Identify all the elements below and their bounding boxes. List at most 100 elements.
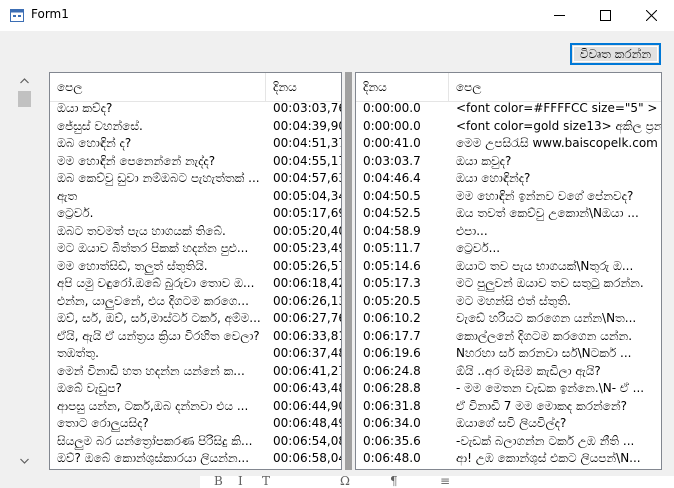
table-row[interactable]: ඔබේ වැඩුප?00:06:43,487 — [50, 380, 341, 398]
table-row[interactable]: ඔබ හොඳින් ද?00:04:51,375 — [50, 135, 341, 153]
table-cell[interactable]: - මම මෙතන වැඩක ඉන්නෙ.\N- ඒ ... — [449, 380, 661, 398]
table-row[interactable]: 0:04:50.5 මම හොඳින් ඉන්නව වගේ පේනවද? — [356, 188, 661, 206]
table-cell[interactable]: මට පුලුවන් ඔයාව තව සතුටු කරන්න. — [449, 275, 661, 293]
table-cell[interactable]: 00:06:18,421 — [266, 275, 341, 293]
table-cell[interactable]: 0:06:31.8 — [356, 398, 449, 416]
table-cell[interactable]: මෙම උපසිරැසි www.baiscopelk.com ... — [449, 135, 661, 153]
table-row[interactable]: ආපසු යන්න, ටකර්,ඔබ දන්නවා එය ... 00:06:44… — [50, 398, 341, 416]
table-cell[interactable]: 00:03:03,768 — [266, 100, 341, 118]
table-cell[interactable]: කොල්ලනේ දිගටම කරගෙන යන්න. — [449, 328, 661, 346]
table-cell[interactable]: ජේසුස් වහන්සේ. — [50, 118, 266, 136]
table-cell[interactable]: 0:04:50.5 — [356, 188, 449, 206]
table-cell[interactable]: 00:05:23,491 — [266, 240, 341, 258]
source-subtitle-grid[interactable]: පෙල දිනය ඔයා කව්ද?00:03:03,768ජේසුස් වහන… — [49, 72, 342, 470]
table-row[interactable]: මෙන් විනාඩි හත හදන්න යන්නේ ක... 00:06:41,… — [50, 363, 341, 381]
table-cell[interactable]: 0:05:14.6 — [356, 258, 449, 276]
table-cell[interactable]: 0:06:34.0 — [356, 415, 449, 433]
column-header-text[interactable]: පෙල — [449, 73, 661, 101]
maximize-button[interactable] — [582, 0, 628, 31]
converted-subtitle-grid[interactable]: දිනය පෙල 0:00:00.0 <font color=#FFFFCC si… — [355, 72, 662, 470]
table-row[interactable]: 0:06:10.2 වැඩේ හරියට කරගෙන යන්න\Nත... — [356, 310, 661, 328]
table-cell[interactable]: මම හොත්සිඩ්, තලුත් ස්තුතියි. — [50, 258, 266, 276]
table-cell[interactable]: ඔයාගේ සවි ලියවිල්ද? — [449, 415, 661, 433]
table-row[interactable]: ට්‍රෙවර්.00:05:17,693 — [50, 205, 341, 223]
table-cell[interactable]: 00:04:51,375 — [266, 135, 341, 153]
table-row[interactable]: තඹත්තු.00:06:37,481 — [50, 345, 341, 363]
table-cell[interactable]: ඔය තවත් කෙව්වු උකොන්\Nඔයා ... — [449, 205, 661, 223]
table-cell[interactable]: ඔයා කව්ද? — [50, 100, 266, 118]
table-cell[interactable]: 00:06:54,081 — [266, 433, 341, 451]
table-cell[interactable]: ආ! උඹ කොන්ශුස් එකට ලියපන්\N... — [449, 450, 661, 468]
scroll-up-button[interactable] — [16, 72, 33, 89]
table-cell[interactable]: 00:06:41,277 — [266, 363, 341, 381]
table-row[interactable]: 0:04:52.5 ඔය තවත් කෙව්වු උකොන්\Nඔයා ... — [356, 205, 661, 223]
table-cell[interactable]: 0:00:00.0 — [356, 100, 449, 118]
table-row[interactable]: ඔබ කෙව්වු ඩුවා නම්ඔබට පැහැත්තක් ... 00:04… — [50, 170, 341, 188]
table-cell[interactable]: 00:06:33,811 — [266, 328, 341, 346]
minimize-button[interactable] — [536, 0, 582, 31]
table-cell[interactable]: 0:06:17.7 — [356, 328, 449, 346]
table-cell[interactable]: 00:04:39,906 — [266, 118, 341, 136]
table-cell[interactable]: සියලුම බර යන්ත්‍රෝපකරණ පිරිසිදු කි... — [50, 433, 266, 451]
table-cell[interactable]: ඔබේ වැඩුප? — [50, 380, 266, 398]
table-row[interactable]: සියලුම බර යන්ත්‍රෝපකරණ පිරිසිදු කි... 00:… — [50, 433, 341, 451]
table-cell[interactable]: 0:00:41.0 — [356, 135, 449, 153]
close-button[interactable] — [628, 0, 674, 31]
table-cell[interactable]: එපා... — [449, 223, 661, 241]
table-row[interactable]: එන්න, යාලුවනේ, එය දිගටම කරගෙ... 00:06:26,… — [50, 293, 341, 311]
table-row[interactable]: ඔව්, සර්, ඔව්, සර්,මාස්ටර් ටකර්, අම්ම...… — [50, 310, 341, 328]
table-row[interactable]: 0:06:31.8 ඒ විනාඩි 7 මම මොකද කරන්නේ? — [356, 398, 661, 416]
table-cell[interactable]: ඒ විනාඩි 7 මම මොකද කරන්නේ? — [449, 398, 661, 416]
vertical-scrollbar[interactable] — [16, 72, 33, 470]
table-row[interactable]: ඇත00:05:04,347 — [50, 188, 341, 206]
table-row[interactable]: 0:06:48.0 ආ! උඹ කොන්ශුස් එකට ලියපන්\N... — [356, 450, 661, 468]
table-row[interactable]: 0:04:58.9 එපා... — [356, 223, 661, 241]
table-cell[interactable]: 00:06:48,492 — [266, 415, 341, 433]
table-cell[interactable]: ඔබ හොඳින් ද? — [50, 135, 266, 153]
table-cell[interactable]: 0:06:48.0 — [356, 450, 449, 468]
table-cell[interactable]: 0:06:10.2 — [356, 310, 449, 328]
table-row[interactable]: 0:04:46.4 ඔයා හොඳින්ද? — [356, 170, 661, 188]
table-cell[interactable]: නියමයි රෙෂ්නික්.\Nමම දැන් ඉහේ ... — [449, 468, 661, 470]
table-cell[interactable]: 00:05:26,577 — [266, 258, 341, 276]
scroll-down-button[interactable] — [16, 452, 33, 469]
table-cell[interactable]: 00:06:26,137 — [266, 293, 341, 311]
table-cell[interactable]: 00:06:27,763 — [266, 310, 341, 328]
table-cell[interactable]: මට ඔයාව බිත්තර පිකක් හදන්න පුළු... — [50, 240, 266, 258]
table-cell[interactable]: Nහරහා සර් කරනවා සර්\Nටකර් ... — [449, 345, 661, 363]
table-row[interactable]: මට ඔයාව බිත්තර පිකක් හදන්න පුළු... 00:05:… — [50, 240, 341, 258]
table-row[interactable]: 0:06:34.0 ඔයාගේ සවි ලියවිල්ද? — [356, 415, 661, 433]
table-cell[interactable]: සුභ පැතුම්, රෙසිනික්. — [50, 468, 266, 470]
table-row[interactable]: ජේසුස් වහන්සේ.00:04:39,906 — [50, 118, 341, 136]
table-row[interactable]: 0:00:00.0 <font color=gold size13> අකිල ප… — [356, 118, 661, 136]
table-cell[interactable]: ඔව්? ඔබේ කොන්ශුස්කාරයා ලියන්න... — [50, 450, 266, 468]
table-row[interactable]: 0:06:28.8- මම මෙතන වැඩක ඉන්නෙ.\N- ඒ ... — [356, 380, 661, 398]
table-cell[interactable]: 00:06:44,906 — [266, 398, 341, 416]
table-cell[interactable]: ඔබට තවමත් පැය හාගයක් තිබේ. — [50, 223, 266, 241]
table-cell[interactable]: -වැඩක් බලාගන්න ටකර් උඹ නීති ... — [449, 433, 661, 451]
table-cell[interactable]: <font color=gold size13> අකිල ප්‍රනාන්..… — [449, 118, 661, 136]
table-row[interactable]: 0:05:17.3 මට පුලුවන් ඔයාව තව සතුටු කරන්න. — [356, 275, 661, 293]
table-row[interactable]: 0:06:57.9නියමයි රෙෂ්නික්.\Nමම දැන් ඉහේ .… — [356, 468, 661, 470]
table-cell[interactable]: ඇත — [50, 188, 266, 206]
table-cell[interactable]: ඔයා කවුද? — [449, 153, 661, 171]
table-cell[interactable]: මෙන් විනාඩි හත හදන්න යන්නේ ක... — [50, 363, 266, 381]
table-cell[interactable]: මම හොඳින් පෙනෙන්නේ නැද්ද? — [50, 153, 266, 171]
table-cell[interactable]: ආපසු යන්න, ටකර්,ඔබ දන්නවා එය ... — [50, 398, 266, 416]
table-cell[interactable]: 0:06:28.8 — [356, 380, 449, 398]
column-header-time[interactable]: දිනය — [356, 73, 449, 101]
table-cell[interactable]: ඔබ කෙව්වු ඩුවා නම්ඔබට පැහැත්තක් ... — [50, 170, 266, 188]
table-cell[interactable]: තොට රොලුයසිද? — [50, 415, 266, 433]
table-row[interactable]: 0:06:35.6 -වැඩක් බලාගන්න ටකර් උඹ නීති ... — [356, 433, 661, 451]
table-cell[interactable]: 0:04:52.5 — [356, 205, 449, 223]
table-cell[interactable]: 00:06:43,487 — [266, 380, 341, 398]
table-row[interactable]: 0:06:19.6 Nහරහා සර් කරනවා සර්\Nටකර් ... — [356, 345, 661, 363]
table-cell[interactable]: 00:06:58,044 — [266, 450, 341, 468]
table-cell[interactable]: 0:04:46.4 — [356, 170, 449, 188]
table-cell[interactable]: 0:05:20.5 — [356, 293, 449, 311]
table-row[interactable]: මම හොඳින් පෙනෙන්නේ නැද්ද?00:04:55,171 — [50, 153, 341, 171]
table-cell[interactable]: 0:06:24.8 — [356, 363, 449, 381]
table-cell[interactable]: ඒයි, ඇයි ඒ යන්ත්‍රය ක්‍රියා විරහිත වෙලා? — [50, 328, 266, 346]
table-cell[interactable]: 0:03:03.7 — [356, 153, 449, 171]
table-cell[interactable]: ඔයාට තව පැය භාගයක්\Nතුරු ඔ... — [449, 258, 661, 276]
